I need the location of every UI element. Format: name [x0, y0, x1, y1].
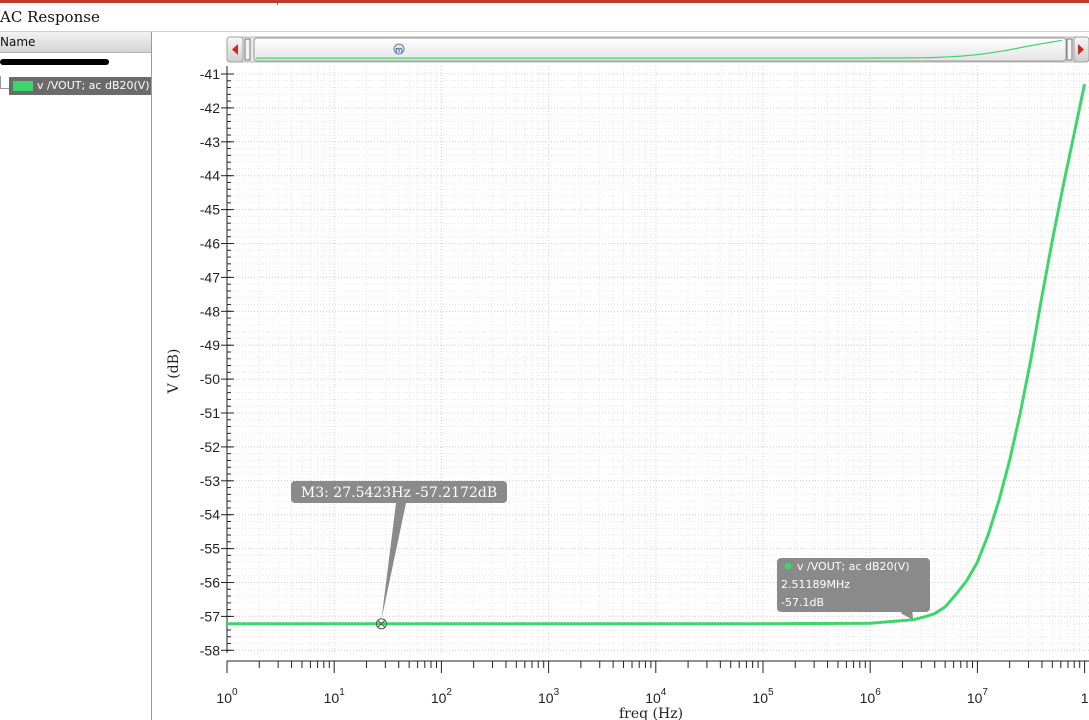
marker-label: M3: 27.5423Hz -57.2172dB — [301, 485, 497, 501]
x-axis-ticks — [226, 661, 1086, 673]
y-tick-label: -56 — [200, 575, 220, 591]
y-tick-label: -47 — [200, 269, 220, 285]
x-tick-label: 103 — [538, 687, 560, 706]
y-tick-label: -54 — [200, 507, 220, 523]
y-tick-label: -50 — [200, 371, 220, 387]
x-tick-label: 105 — [752, 687, 774, 706]
y-tick-label: -53 — [200, 473, 220, 489]
datatip-value: -57.1dB — [781, 596, 824, 609]
x-tick-label: 101 — [324, 687, 346, 706]
x-tick-label: 107 — [967, 687, 989, 706]
x-axis-title: freq (Hz) — [619, 706, 683, 720]
scroll-center-marker-label: m — [395, 46, 403, 55]
y-axis-tick-labels: -41 -42 -43 -44 -45 -46 -47 -48 -49 -50 -51 -52 -53 -… — [200, 66, 220, 658]
y-tick-label: -55 — [200, 541, 220, 557]
y-tick-label: -43 — [200, 134, 220, 150]
x-tick-label: 100 — [216, 687, 238, 706]
datatip-frequency: 2.51189MHz — [781, 578, 850, 591]
y-tick-label: -46 — [200, 236, 220, 252]
y-tick-label: -45 — [200, 202, 220, 218]
major-grid — [226, 66, 1089, 653]
scroll-right-handle[interactable] — [1066, 38, 1073, 61]
y-tick-label: -51 — [200, 405, 220, 421]
scroll-left-handle[interactable] — [244, 38, 251, 61]
x-tick-label: 106 — [860, 687, 882, 706]
datatip-series-label: v /VOUT; ac dB20(V) — [797, 560, 910, 573]
x-scroll-navigator[interactable]: m — [226, 36, 1089, 63]
x-tick-label: 1 — [1081, 690, 1089, 706]
datatip-series-dot-icon — [784, 562, 792, 570]
x-axis-tick-labels: 100 101 102 103 104 105 106 107 1 — [216, 687, 1088, 706]
y-axis-title: V (dB) — [166, 349, 182, 395]
y-tick-label: -44 — [200, 168, 220, 184]
y-tick-label: -52 — [200, 439, 220, 455]
y-tick-label: -48 — [200, 303, 220, 319]
y-tick-label: -58 — [200, 642, 220, 658]
y-tick-label: -42 — [200, 100, 220, 116]
waveform-plot[interactable]: m -41 -42 -43 -44 -45 -46 -47 -48 -49 -50 -51 -52 -5… — [0, 0, 1089, 720]
datatip[interactable]: v /VOUT; ac dB20(V) 2.51189MHz -57.1dB — [777, 558, 930, 620]
minor-grid — [227, 66, 1089, 653]
y-tick-label: -57 — [200, 608, 220, 624]
y-tick-label: -41 — [200, 66, 220, 82]
x-tick-label: 102 — [431, 687, 453, 706]
y-tick-label: -49 — [200, 337, 220, 353]
x-tick-label: 104 — [645, 687, 667, 706]
